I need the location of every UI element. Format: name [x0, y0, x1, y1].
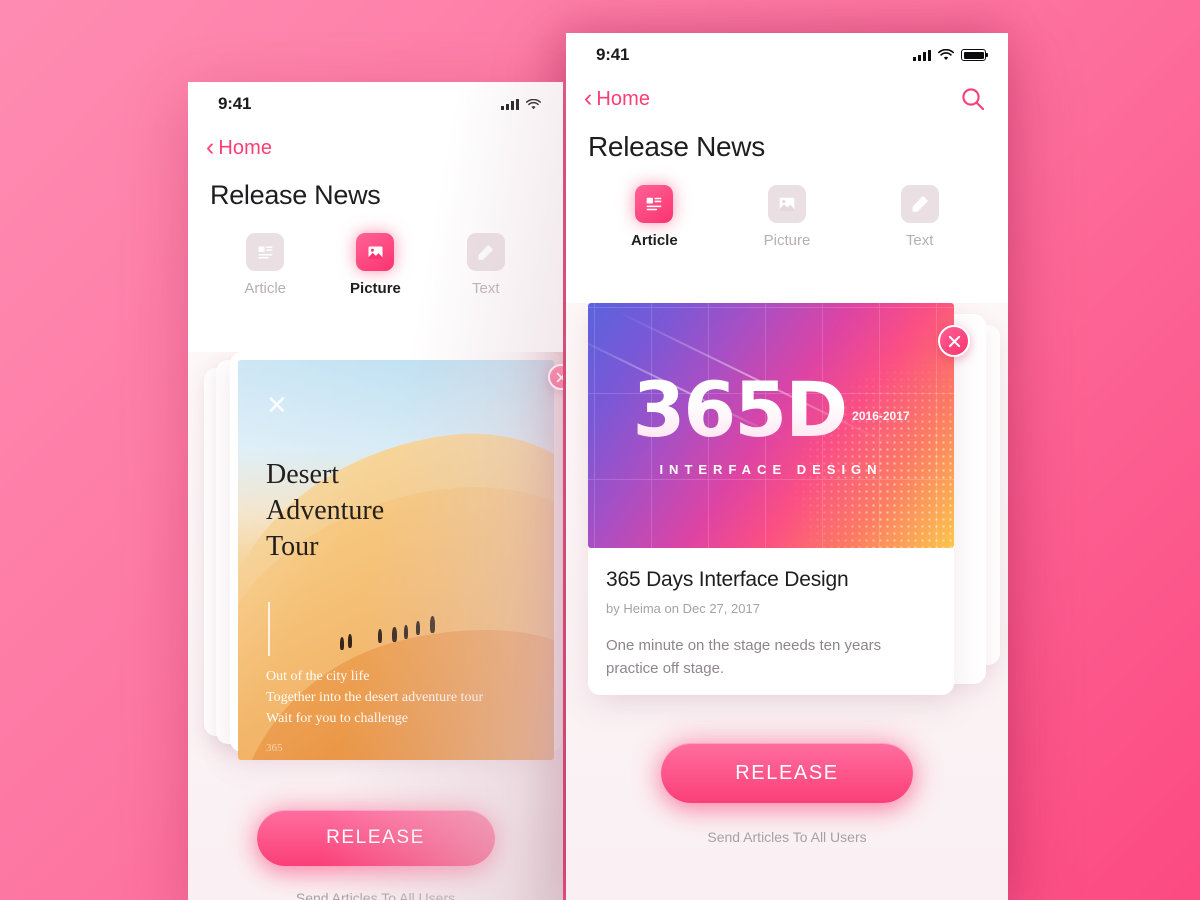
desert-title-line-2: Adventure	[266, 494, 385, 526]
release-sub-label: Send Articles To All Users	[707, 829, 867, 845]
sparkle-glyph: ✕	[266, 390, 288, 420]
tab-text[interactable]: Text	[874, 185, 966, 249]
release-button[interactable]: RELEASE	[256, 810, 495, 866]
back-button[interactable]: ‹ Home	[584, 83, 651, 112]
article-icon	[246, 233, 285, 271]
back-phone-screen: 9:41 ‹ Home Release News Article Picture…	[188, 82, 563, 900]
desert-title-line-1: Desert	[266, 459, 340, 490]
desert-caption-line-3: Wait for you to challenge	[266, 711, 408, 726]
release-button[interactable]: RELEASE	[661, 743, 913, 803]
status-time: 9:41	[596, 45, 630, 64]
tab-article-label: Article	[630, 232, 678, 249]
page-title: Release News	[210, 180, 381, 210]
signal-bars-icon	[501, 98, 519, 110]
close-icon	[556, 372, 563, 382]
front-tab-strip: Article Picture Text	[566, 163, 1008, 249]
article-icon	[635, 185, 674, 223]
desert-caption: Out of the city life Together into the d…	[266, 666, 483, 729]
back-tab-strip: Article Picture Text	[188, 211, 563, 297]
hero-headline: 365D	[632, 364, 848, 454]
battery-full-icon	[961, 49, 989, 61]
chevron-left-icon: ‹	[584, 83, 593, 112]
article-card-text: 365 Days Interface Design by Heima on De…	[588, 548, 954, 699]
front-nav-row: ‹ Home	[566, 77, 1008, 117]
chevron-left-icon: ‹	[206, 132, 215, 161]
close-card-button[interactable]	[938, 325, 970, 357]
signal-bars-icon	[913, 49, 931, 61]
page-title: Release News	[588, 131, 765, 162]
tab-picture-label: Picture	[763, 232, 811, 249]
front-header-block: 9:41 ‹ Home Release News Article Picture…	[566, 33, 1008, 303]
back-header-block: 9:41 ‹ Home Release News Article Picture…	[188, 82, 563, 352]
card-title: 365 Days Interface Design	[606, 568, 849, 591]
card-meta: by Heima on Dec 27, 2017	[606, 601, 760, 616]
back-body-area: ✕ Desert Adventure Tour Out of the city …	[188, 352, 563, 900]
front-release-area: RELEASE Send Articles To All Users	[566, 743, 1008, 845]
back-release-area: RELEASE Send Articles To All Users	[188, 810, 563, 900]
tab-text-label: Text	[905, 232, 934, 249]
front-phone-screen: 9:41 ‹ Home Release News Article Picture…	[566, 33, 1008, 900]
release-sub-label: Send Articles To All Users	[295, 890, 456, 900]
wifi-icon	[526, 98, 541, 110]
pencil-icon	[466, 233, 505, 271]
hero-years-badge: 2016-2017	[852, 409, 910, 423]
article-card[interactable]: 365D 2016-2017 INTERFACE DESIGN 365 Days…	[588, 303, 970, 695]
picture-card[interactable]: ✕ Desert Adventure Tour Out of the city …	[230, 352, 563, 760]
back-button-label: Home	[596, 87, 651, 110]
hero-365d-artwork: 365D 2016-2017 INTERFACE DESIGN	[588, 303, 954, 548]
tab-article[interactable]: Article	[608, 185, 700, 249]
hero-headline-row: 365D 2016-2017	[632, 364, 910, 454]
tab-picture[interactable]: Picture	[741, 185, 833, 249]
tab-picture[interactable]: Picture	[329, 233, 421, 297]
back-status-bar: 9:41	[188, 82, 563, 126]
front-body-area: 365D 2016-2017 INTERFACE DESIGN 365 Days…	[566, 303, 1008, 900]
tab-article-label: Article	[244, 280, 286, 297]
search-icon	[962, 88, 985, 111]
card-description: One minute on the stage needs ten years …	[606, 637, 882, 677]
status-icon-group	[913, 49, 989, 61]
tab-text-label: Text	[472, 280, 500, 297]
picture-icon	[767, 185, 806, 223]
hero-subline: INTERFACE DESIGN	[659, 462, 883, 478]
wifi-icon	[938, 49, 954, 61]
back-button[interactable]: ‹ Home	[206, 132, 273, 161]
front-status-bar: 9:41	[566, 33, 1008, 77]
hero-text-block: 365D 2016-2017 INTERFACE DESIGN	[588, 303, 954, 548]
back-button-label: Home	[218, 136, 273, 159]
pencil-icon	[900, 185, 939, 223]
search-button[interactable]	[960, 86, 986, 112]
close-icon	[948, 335, 960, 347]
desert-signature: 365	[266, 742, 283, 754]
desert-artwork: ✕ Desert Adventure Tour Out of the city …	[238, 360, 554, 760]
desert-caption-line-1: Out of the city life	[266, 669, 370, 684]
desert-title: Desert Adventure Tour	[266, 457, 384, 564]
desert-title-line-3: Tour	[266, 530, 319, 562]
status-time: 9:41	[218, 94, 252, 113]
desert-caption-line-2: Together into the desert adventure tour	[266, 690, 484, 705]
desert-divider-rule	[268, 602, 270, 656]
status-icon-group	[501, 98, 541, 110]
picture-icon	[356, 233, 395, 271]
walker-silhouettes	[340, 610, 510, 650]
tab-picture-label: Picture	[350, 280, 401, 297]
tab-article[interactable]: Article	[219, 233, 311, 297]
tab-text[interactable]: Text	[440, 233, 532, 297]
back-nav-row: ‹ Home	[188, 126, 563, 166]
